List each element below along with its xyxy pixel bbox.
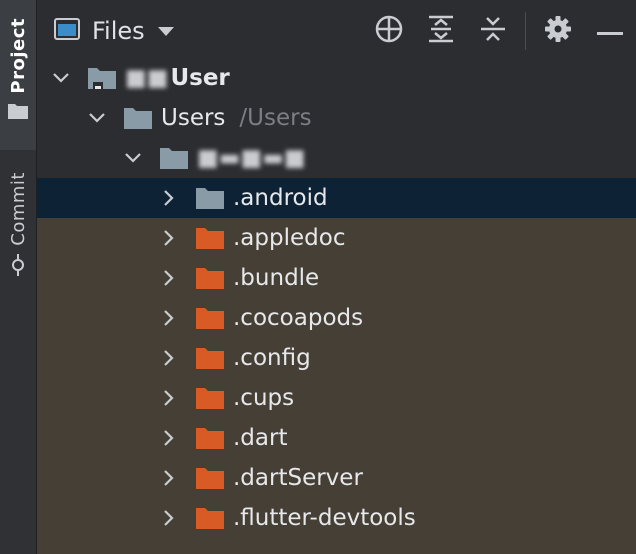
view-selector[interactable]: Files bbox=[54, 17, 175, 45]
folder-icon bbox=[123, 106, 153, 130]
chevron-right-icon[interactable] bbox=[157, 186, 181, 210]
tree-row[interactable]: .dart bbox=[37, 418, 636, 458]
folder-icon bbox=[195, 386, 225, 410]
commit-tool-label: Commit bbox=[7, 172, 29, 246]
project-header: Files bbox=[37, 0, 636, 62]
view-title: Files bbox=[92, 17, 145, 45]
folder-icon bbox=[195, 506, 225, 530]
tree-children: .android .appledoc .bundle .cocoapods .confi… bbox=[37, 178, 636, 538]
users-label: Users bbox=[161, 105, 226, 131]
folder-icon bbox=[195, 306, 225, 330]
chevron-right-icon[interactable] bbox=[157, 306, 181, 330]
tree-row-label: .dart bbox=[233, 425, 288, 451]
tree-row-label: .cups bbox=[233, 385, 295, 411]
tree-row[interactable]: .dartServer bbox=[37, 458, 636, 498]
tree-row-root[interactable]: ■■ User bbox=[37, 58, 636, 98]
locate-button[interactable] bbox=[363, 0, 415, 62]
minimize-icon bbox=[597, 22, 623, 41]
tree-row-label: .dartServer bbox=[233, 465, 363, 491]
tree-row[interactable]: .appledoc bbox=[37, 218, 636, 258]
tree-row[interactable]: .config bbox=[37, 338, 636, 378]
tool-window-strip: Project Commit bbox=[0, 0, 37, 554]
chevron-right-icon[interactable] bbox=[157, 266, 181, 290]
chevron-down-icon bbox=[157, 22, 175, 41]
redacted-text: ■▬■▬■ bbox=[197, 145, 306, 171]
hide-button[interactable] bbox=[584, 0, 636, 62]
file-tree[interactable]: ■■ User Users /Users ■▬■▬■ .android .appl… bbox=[37, 58, 636, 554]
tree-row-users[interactable]: Users /Users bbox=[37, 98, 636, 138]
root-label: User bbox=[170, 65, 230, 91]
chevron-down-icon[interactable] bbox=[49, 66, 73, 90]
tree-row[interactable]: .bundle bbox=[37, 258, 636, 298]
chevron-right-icon[interactable] bbox=[157, 506, 181, 530]
commit-tool-button[interactable]: Commit bbox=[0, 162, 36, 292]
chevron-down-icon[interactable] bbox=[121, 146, 145, 170]
tree-row[interactable]: .flutter-devtools bbox=[37, 498, 636, 538]
redacted-text: ■■ bbox=[125, 65, 169, 91]
gear-icon bbox=[544, 15, 572, 47]
project-tool-label: Project bbox=[7, 18, 29, 94]
folder-icon bbox=[195, 226, 225, 250]
folder-icon bbox=[7, 102, 29, 124]
expand-all-icon bbox=[427, 14, 455, 48]
chevron-right-icon[interactable] bbox=[157, 226, 181, 250]
users-path-hint: /Users bbox=[239, 105, 312, 131]
collapse-all-icon bbox=[479, 14, 507, 48]
window-icon bbox=[54, 18, 80, 44]
folder-icon bbox=[195, 346, 225, 370]
toolbar-separator bbox=[525, 12, 526, 50]
tree-row-label: .flutter-devtools bbox=[233, 505, 416, 531]
tree-row[interactable]: .android bbox=[37, 178, 636, 218]
tree-row-label: .appledoc bbox=[233, 225, 346, 251]
project-tool-button[interactable]: Project bbox=[0, 0, 36, 150]
folder-icon bbox=[195, 466, 225, 490]
folder-icon bbox=[195, 266, 225, 290]
tree-row[interactable]: .cocoapods bbox=[37, 298, 636, 338]
chevron-down-icon[interactable] bbox=[85, 106, 109, 130]
settings-button[interactable] bbox=[532, 0, 584, 62]
tree-row-label: .cocoapods bbox=[233, 305, 364, 331]
header-tools bbox=[363, 0, 636, 62]
module-folder-icon bbox=[87, 65, 117, 91]
folder-icon bbox=[195, 186, 225, 210]
collapse-all-button[interactable] bbox=[467, 0, 519, 62]
chevron-right-icon[interactable] bbox=[157, 466, 181, 490]
tree-row-home[interactable]: ■▬■▬■ bbox=[37, 138, 636, 178]
folder-icon bbox=[159, 146, 189, 170]
tree-row[interactable]: .cups bbox=[37, 378, 636, 418]
chevron-right-icon[interactable] bbox=[157, 426, 181, 450]
locate-icon bbox=[374, 14, 404, 48]
chevron-right-icon[interactable] bbox=[157, 386, 181, 410]
chevron-right-icon[interactable] bbox=[157, 346, 181, 370]
project-tool-window: Project Commit Files ■■ User Users /User… bbox=[0, 0, 636, 554]
tree-row-label: .config bbox=[233, 345, 311, 371]
expand-all-button[interactable] bbox=[415, 0, 467, 62]
tree-row-label: .android bbox=[233, 185, 328, 211]
folder-icon bbox=[195, 426, 225, 450]
commit-icon bbox=[8, 253, 28, 280]
tree-row-label: .bundle bbox=[233, 265, 320, 291]
